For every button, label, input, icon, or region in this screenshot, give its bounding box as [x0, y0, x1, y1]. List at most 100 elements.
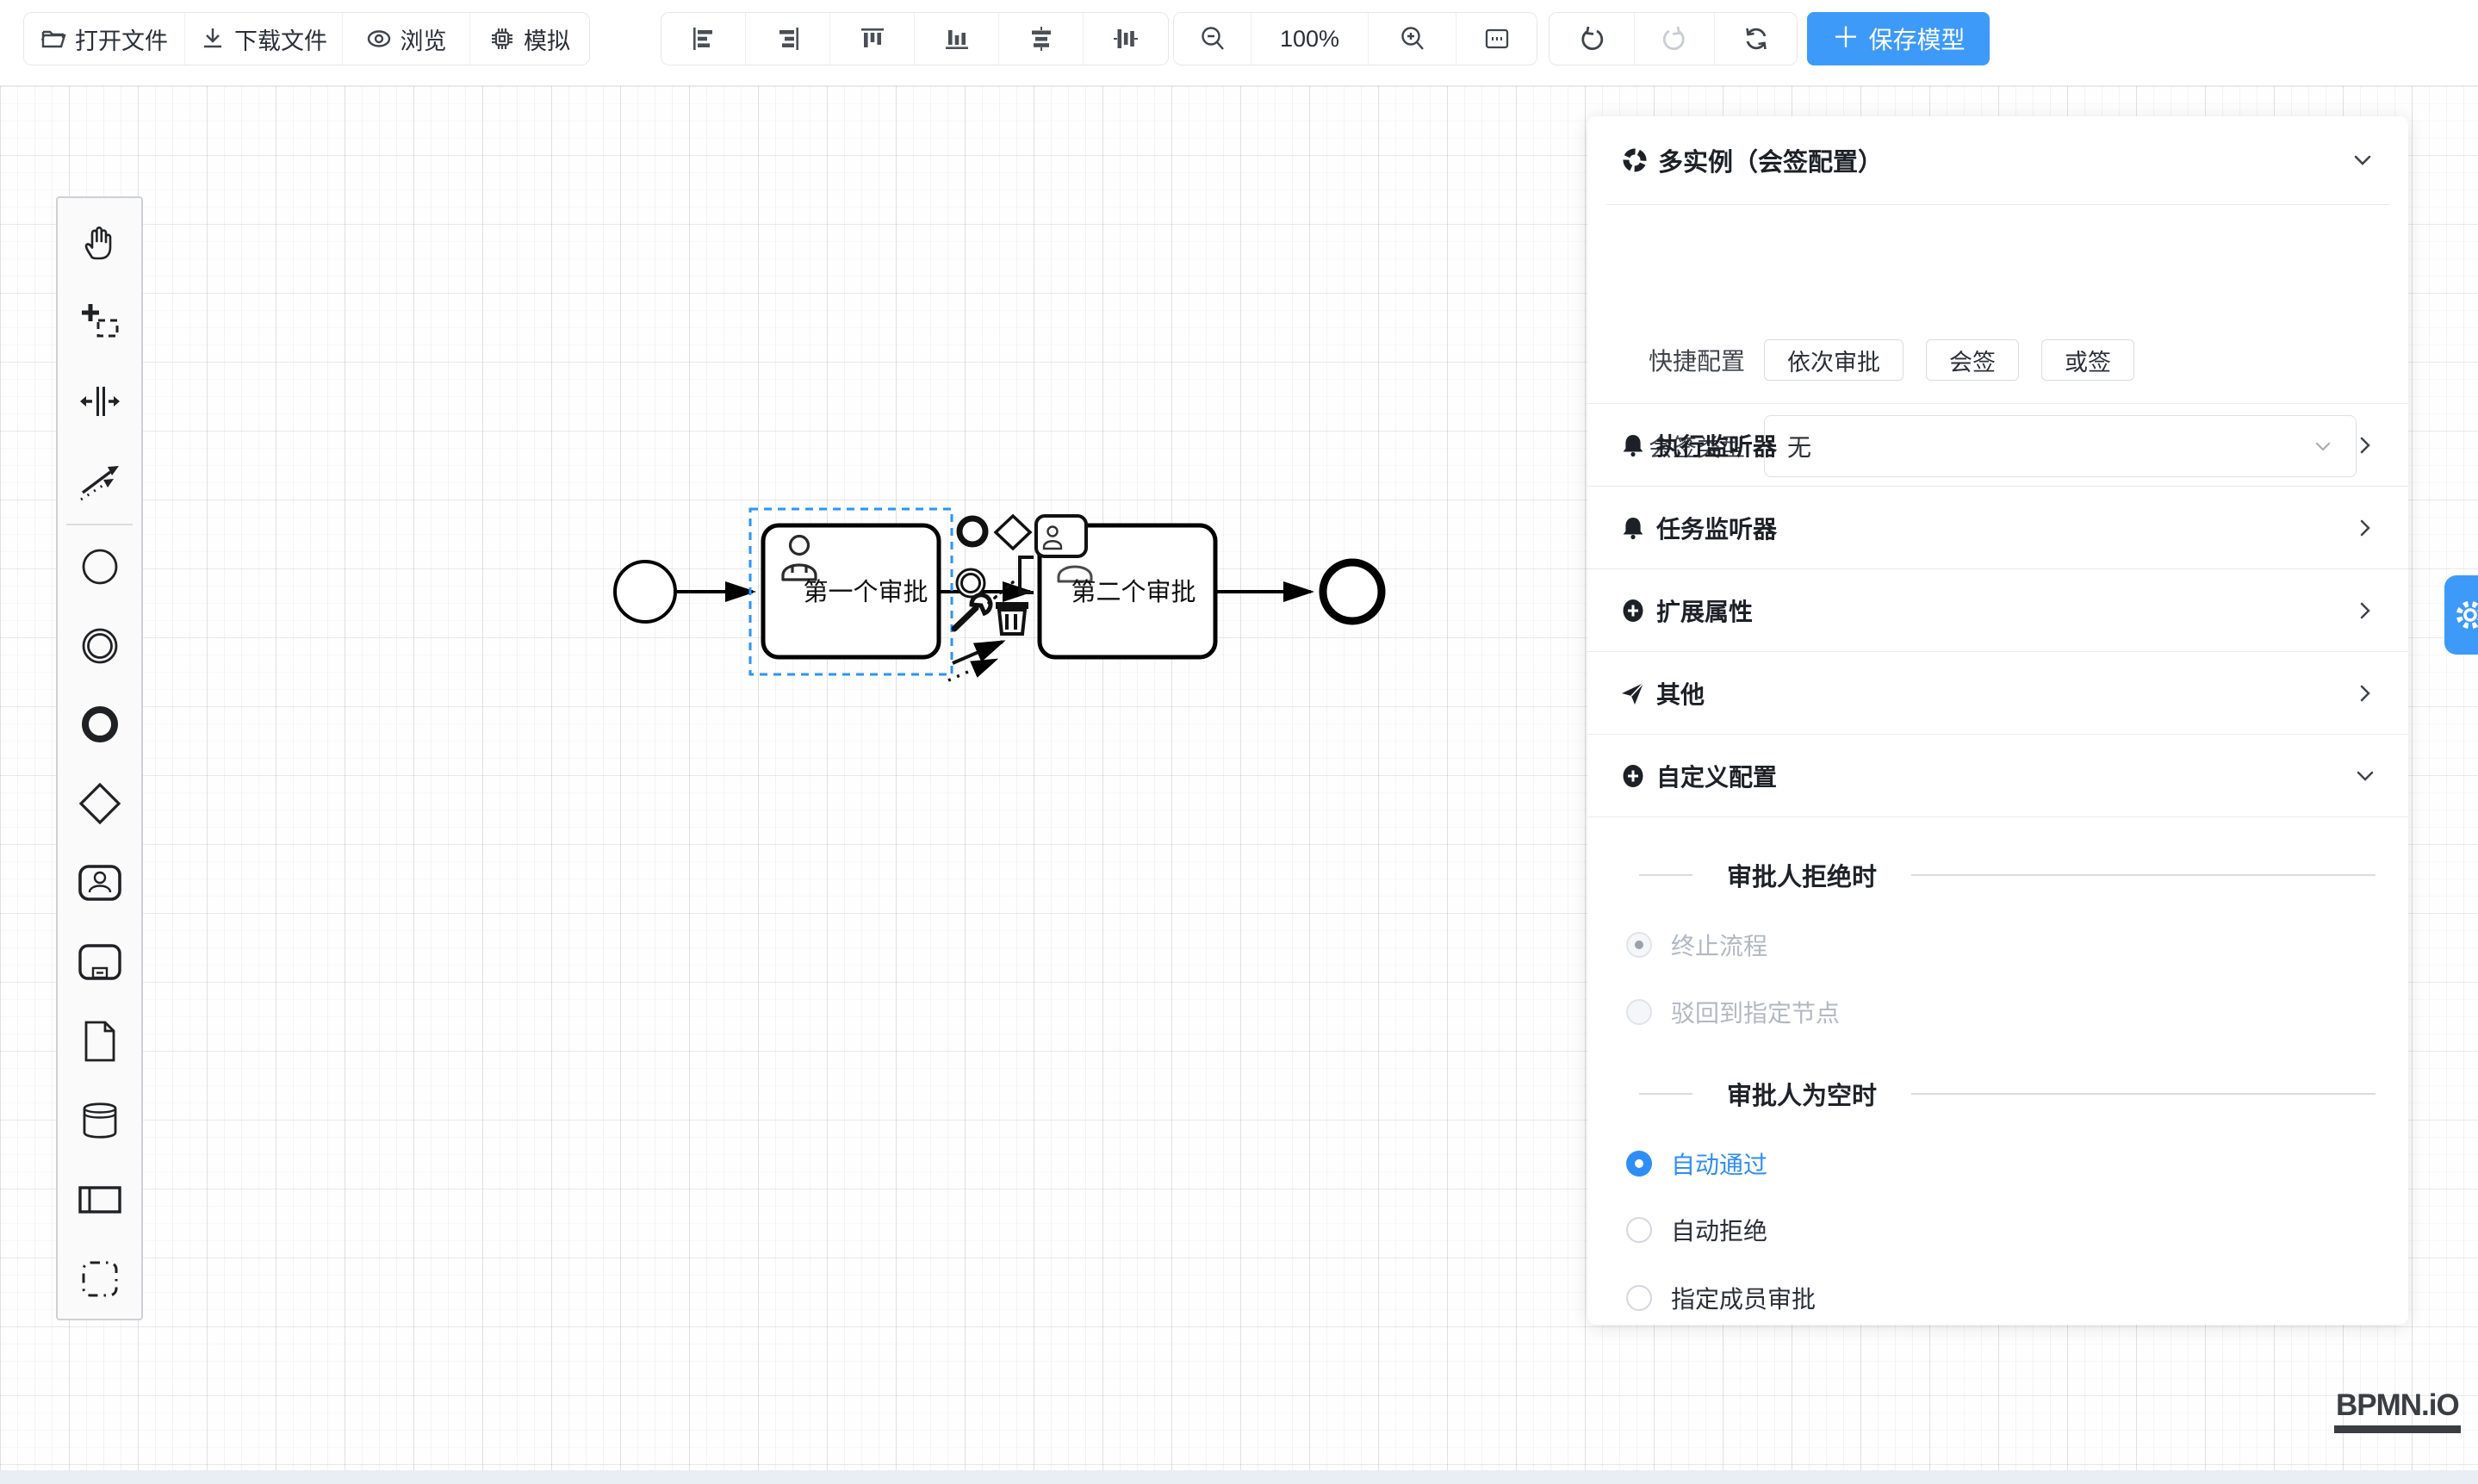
- preview-button[interactable]: 浏览: [343, 13, 470, 65]
- create-data-object[interactable]: [58, 1002, 141, 1081]
- download-icon: [200, 26, 226, 52]
- undo-icon: [1578, 25, 1605, 53]
- save-model-button[interactable]: ＋ 保存模型: [1807, 12, 1990, 65]
- chevron-right-icon: [2355, 600, 2376, 621]
- radio-terminate-process[interactable]: 终止流程: [1587, 925, 2408, 965]
- section-other[interactable]: 其他: [1587, 652, 2408, 735]
- create-user-task[interactable]: [58, 843, 141, 922]
- chevron-down-icon: [2355, 766, 2376, 786]
- append-user-task-icon[interactable]: [1036, 516, 1086, 556]
- append-gateway-icon[interactable]: [996, 516, 1030, 549]
- section-custom-config[interactable]: 自定义配置: [1587, 735, 2408, 817]
- hand-tool[interactable]: [58, 203, 141, 283]
- send-icon: [1620, 680, 1646, 706]
- global-connect-tool[interactable]: [58, 441, 141, 520]
- fit-viewport-icon: [1483, 25, 1511, 53]
- download-file-button[interactable]: 下载文件: [185, 13, 343, 65]
- trash-icon[interactable]: [996, 605, 1028, 634]
- undo-button[interactable]: [1550, 13, 1635, 65]
- radio-disabled-icon: [1626, 999, 1652, 1025]
- start-event-icon: [79, 546, 121, 587]
- settings-toggle-tab[interactable]: [2444, 575, 2478, 655]
- chip-label: 会签: [1949, 344, 1996, 377]
- redo-button[interactable]: [1635, 13, 1715, 65]
- create-end-event[interactable]: [58, 686, 141, 765]
- radio-auto-reject[interactable]: 自动拒绝: [1587, 1210, 2408, 1250]
- radio-label: 自动拒绝: [1671, 1213, 1767, 1247]
- redo-icon: [1661, 25, 1688, 53]
- or-sign-button[interactable]: 或签: [2041, 339, 2134, 381]
- lasso-tool[interactable]: [58, 283, 141, 362]
- preview-label: 浏览: [401, 22, 447, 56]
- connect-icon: [79, 460, 121, 501]
- align-bottom-button[interactable]: [915, 13, 999, 65]
- quick-config-label: 快捷配置: [1587, 343, 1764, 377]
- zoom-button-group: 100%: [1173, 12, 1537, 65]
- space-tool[interactable]: [58, 362, 141, 441]
- chevron-right-icon: [2355, 435, 2376, 456]
- radio-return-to-node[interactable]: 驳回到指定节点: [1587, 992, 2408, 1032]
- end-event[interactable]: [1323, 562, 1382, 621]
- section-list: 执行监听器 任务监听器 扩展属性 其他: [1587, 403, 2408, 817]
- create-group[interactable]: [58, 1239, 141, 1319]
- radio-unselected-icon: [1626, 1217, 1652, 1243]
- fit-viewport-button[interactable]: [1456, 13, 1537, 65]
- create-start-event[interactable]: [58, 527, 141, 606]
- participant-icon: [78, 1185, 122, 1214]
- align-left-icon: [691, 26, 717, 52]
- plus-icon: ＋: [1831, 23, 1860, 52]
- empty-section-title: 审批人为空时: [1587, 1077, 2408, 1111]
- zoom-out-icon: [1199, 25, 1227, 53]
- section-execution-listener[interactable]: 执行监听器: [1587, 404, 2408, 487]
- align-center-button[interactable]: [999, 13, 1084, 65]
- chip-label: 依次审批: [1787, 344, 1880, 377]
- open-file-button[interactable]: 打开文件: [24, 13, 185, 65]
- countersign-button[interactable]: 会签: [1926, 339, 2019, 381]
- zoom-in-icon: [1399, 25, 1426, 53]
- radio-unselected-icon: [1626, 1285, 1652, 1311]
- section-label: 扩展属性: [1656, 593, 1753, 628]
- start-event[interactable]: [615, 562, 675, 622]
- chevron-right-icon: [2355, 683, 2376, 704]
- create-gateway[interactable]: [58, 764, 141, 843]
- sequential-approve-button[interactable]: 依次审批: [1764, 339, 1904, 381]
- section-extended-properties[interactable]: 扩展属性: [1587, 569, 2408, 652]
- radio-auto-pass[interactable]: 自动通过: [1587, 1144, 2408, 1183]
- save-model-label: 保存模型: [1868, 22, 1965, 56]
- align-left-button[interactable]: [661, 13, 746, 65]
- radio-selected-disabled-icon: [1626, 932, 1652, 958]
- zoom-level[interactable]: 100%: [1251, 13, 1369, 65]
- align-middle-button[interactable]: [1084, 13, 1168, 65]
- text-annotation-icon[interactable]: [989, 557, 1034, 603]
- section-task-listener[interactable]: 任务监听器: [1587, 487, 2408, 569]
- bpmn-io-logo[interactable]: BPMN.iO: [2334, 1388, 2461, 1433]
- plus-circle-icon: [1620, 598, 1646, 624]
- append-end-event-icon[interactable]: [960, 518, 985, 544]
- wrench-icon[interactable]: [954, 595, 991, 629]
- chevron-down-icon[interactable]: [2351, 149, 2374, 171]
- chevron-right-icon: [2355, 518, 2376, 538]
- align-right-button[interactable]: [746, 13, 830, 65]
- create-data-store[interactable]: [58, 1081, 141, 1160]
- empty-title-text: 审批人为空时: [1727, 1076, 1877, 1112]
- eye-icon: [366, 26, 392, 52]
- user-task-1[interactable]: 第一个审批: [763, 525, 939, 657]
- simulate-button[interactable]: 模拟: [470, 13, 589, 65]
- download-file-label: 下载文件: [234, 22, 327, 56]
- zoom-in-button[interactable]: [1369, 13, 1456, 65]
- create-participant[interactable]: [58, 1160, 141, 1239]
- section-label: 其他: [1656, 676, 1705, 711]
- multi-instance-icon: [1622, 147, 1648, 173]
- chip-label: 或签: [2065, 344, 2111, 377]
- connect-arrow-icon[interactable]: [948, 642, 1003, 680]
- gear-icon: [2453, 598, 2478, 632]
- create-subprocess[interactable]: [58, 922, 141, 1002]
- create-intermediate-event[interactable]: [58, 606, 141, 686]
- reset-button[interactable]: [1715, 13, 1797, 65]
- zoom-out-button[interactable]: [1174, 13, 1251, 65]
- radio-assign-member[interactable]: 指定成员审批: [1587, 1278, 2408, 1318]
- refresh-icon: [1742, 25, 1770, 53]
- align-top-button[interactable]: [830, 13, 915, 65]
- radio-selected-icon: [1626, 1151, 1652, 1177]
- multi-instance-header[interactable]: 多实例（会签配置）: [1587, 116, 2408, 204]
